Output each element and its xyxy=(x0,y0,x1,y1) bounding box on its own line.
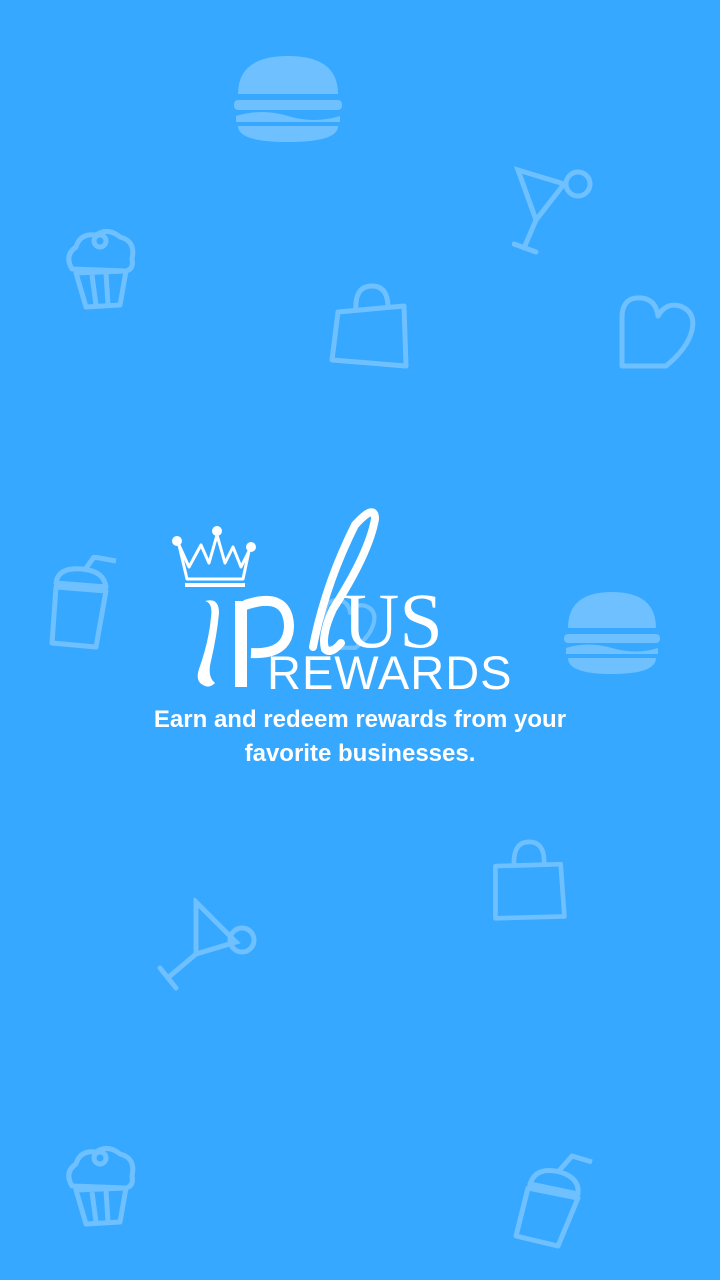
drink-cup-icon xyxy=(510,1150,594,1250)
splash-screen: US REWARDS Earn and redeem rewards from … xyxy=(0,0,720,1280)
drink-cup-icon xyxy=(42,555,122,655)
logo-word-rewards: REWARDS xyxy=(267,646,513,699)
shopping-bag-icon xyxy=(326,282,414,374)
iplus-rewards-logo: US REWARDS xyxy=(165,505,555,700)
burger-icon xyxy=(232,52,344,144)
heart-icon xyxy=(612,292,698,372)
martini-icon xyxy=(156,898,260,992)
cupcake-icon xyxy=(62,1142,140,1228)
tagline-line-1: Earn and redeem rewards from your xyxy=(153,706,567,733)
martini-icon xyxy=(512,162,596,258)
shopping-bag-icon xyxy=(488,836,570,926)
crown-icon xyxy=(172,526,256,587)
cupcake-icon xyxy=(62,225,140,311)
burger-icon xyxy=(562,588,662,676)
tagline-line-2: favorite businesses. xyxy=(244,740,476,767)
tagline: Earn and redeem rewards from your favori… xyxy=(60,703,660,771)
